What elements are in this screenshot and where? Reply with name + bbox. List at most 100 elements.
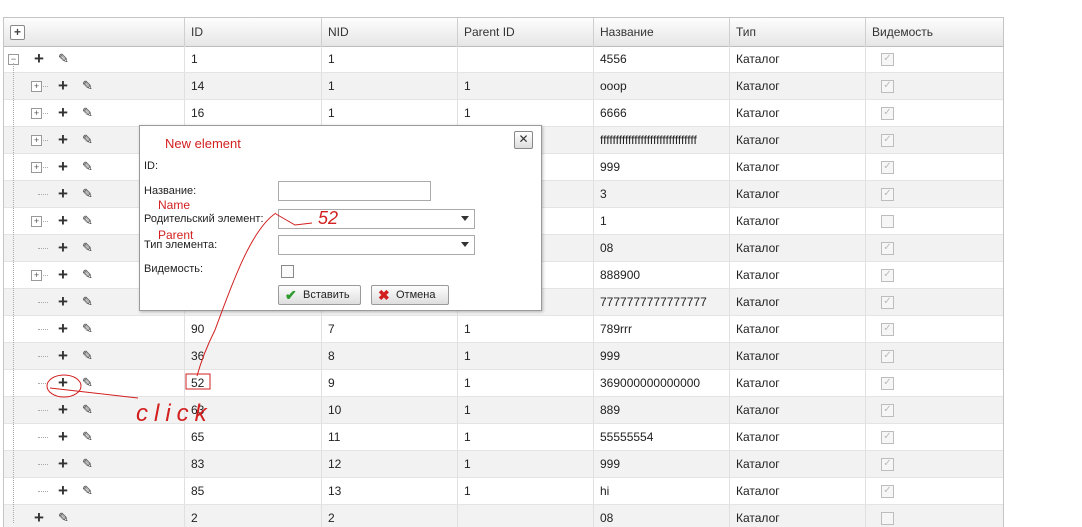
table-row[interactable]: + + ✎ 14 1 1 ooop Каталог ✓: [4, 73, 1003, 100]
insert-button[interactable]: ✔ Вставить: [278, 285, 361, 305]
visibility-checkbox[interactable]: ✓: [881, 188, 894, 201]
edit-pencil-icon[interactable]: ✎: [82, 397, 93, 423]
visibility-checkbox[interactable]: ✓: [881, 431, 894, 444]
parent-label: Родительский элемент:: [144, 213, 264, 225]
add-child-icon[interactable]: +: [58, 370, 68, 396]
add-child-icon[interactable]: +: [58, 127, 68, 153]
visibility-checkbox[interactable]: [881, 512, 894, 525]
edit-pencil-icon[interactable]: ✎: [58, 505, 69, 527]
visibility-checkbox[interactable]: ✓: [881, 269, 894, 282]
edit-pencil-icon[interactable]: ✎: [58, 46, 69, 72]
expand-icon[interactable]: +: [31, 81, 42, 92]
visibility-checkbox[interactable]: ✓: [881, 80, 894, 93]
visibility-checkbox[interactable]: ✓: [881, 134, 894, 147]
cancel-button[interactable]: ✖ Отмена: [371, 285, 449, 305]
table-row[interactable]: + + ✎ 16 1 1 6666 Каталог ✓: [4, 100, 1003, 127]
expand-icon[interactable]: +: [31, 108, 42, 119]
table-row[interactable]: + ✎ 83 12 1 999 Каталог ✓: [4, 451, 1003, 478]
edit-pencil-icon[interactable]: ✎: [82, 73, 93, 99]
visibility-checkbox[interactable]: ✓: [881, 296, 894, 309]
visibility-checkbox[interactable]: ✓: [881, 242, 894, 255]
edit-pencil-icon[interactable]: ✎: [82, 127, 93, 153]
parent-select[interactable]: [278, 209, 475, 229]
add-child-icon[interactable]: +: [58, 181, 68, 207]
tree-cell: + ✎: [4, 316, 184, 342]
expand-icon[interactable]: +: [31, 270, 42, 281]
add-child-icon[interactable]: +: [58, 208, 68, 234]
table-row[interactable]: + ✎ 85 13 1 hi Каталог ✓: [4, 478, 1003, 505]
edit-pencil-icon[interactable]: ✎: [82, 478, 93, 504]
table-row[interactable]: + ✎ 90 7 1 789rrr Каталог ✓: [4, 316, 1003, 343]
add-child-icon[interactable]: +: [58, 478, 68, 504]
add-child-icon[interactable]: +: [58, 154, 68, 180]
table-row[interactable]: − + ✎ 1 1 4556 Каталог ✓: [4, 46, 1003, 73]
cell-parent-id: 1: [457, 424, 593, 450]
add-child-icon[interactable]: +: [58, 73, 68, 99]
edit-pencil-icon[interactable]: ✎: [82, 316, 93, 342]
col-header-parent-id[interactable]: Parent ID: [457, 18, 593, 46]
expand-icon[interactable]: +: [31, 216, 42, 227]
add-child-icon[interactable]: +: [58, 262, 68, 288]
edit-pencil-icon[interactable]: ✎: [82, 100, 93, 126]
checkmark-icon: ✔: [285, 287, 297, 303]
add-child-icon[interactable]: +: [58, 424, 68, 450]
add-child-icon[interactable]: +: [58, 235, 68, 261]
visibility-checkbox[interactable]: ✓: [881, 377, 894, 390]
edit-pencil-icon[interactable]: ✎: [82, 181, 93, 207]
add-child-icon[interactable]: +: [58, 289, 68, 315]
expand-icon[interactable]: +: [31, 135, 42, 146]
cell-name: 888900: [593, 262, 729, 288]
edit-pencil-icon[interactable]: ✎: [82, 154, 93, 180]
col-header-type[interactable]: Тип: [729, 18, 865, 46]
cell-id: 1: [184, 46, 321, 72]
close-icon[interactable]: ✕: [514, 131, 533, 149]
edit-pencil-icon[interactable]: ✎: [82, 370, 93, 396]
name-input[interactable]: [278, 181, 431, 201]
cell-name: 999: [593, 343, 729, 369]
edit-pencil-icon[interactable]: ✎: [82, 208, 93, 234]
visible-checkbox[interactable]: [281, 265, 294, 278]
tree-cell: + ✎: [4, 343, 184, 369]
add-child-icon[interactable]: +: [58, 397, 68, 423]
type-select[interactable]: [278, 235, 475, 255]
visibility-checkbox[interactable]: ✓: [881, 350, 894, 363]
table-row[interactable]: + ✎ 65 11 1 55555554 Каталог ✓: [4, 424, 1003, 451]
col-header-id[interactable]: ID: [184, 18, 321, 46]
cell-parent-id: 1: [457, 316, 593, 342]
visibility-checkbox[interactable]: ✓: [881, 485, 894, 498]
table-row[interactable]: + ✎ 2 2 08 Каталог: [4, 505, 1003, 527]
edit-pencil-icon[interactable]: ✎: [82, 424, 93, 450]
visibility-checkbox[interactable]: [881, 215, 894, 228]
col-header-nid[interactable]: NID: [321, 18, 457, 46]
cell-nid: 13: [321, 478, 457, 504]
add-child-icon[interactable]: +: [58, 316, 68, 342]
add-root-button[interactable]: +: [10, 25, 25, 40]
edit-pencil-icon[interactable]: ✎: [82, 343, 93, 369]
add-child-icon[interactable]: +: [58, 343, 68, 369]
visibility-checkbox[interactable]: ✓: [881, 323, 894, 336]
visibility-checkbox[interactable]: ✓: [881, 404, 894, 417]
expand-icon[interactable]: +: [31, 162, 42, 173]
edit-pencil-icon[interactable]: ✎: [82, 235, 93, 261]
tree-line: [38, 302, 48, 303]
add-child-icon[interactable]: +: [34, 505, 44, 527]
table-row[interactable]: + ✎ 36 8 1 999 Каталог ✓: [4, 343, 1003, 370]
edit-pencil-icon[interactable]: ✎: [82, 289, 93, 315]
col-header-name[interactable]: Название: [593, 18, 729, 46]
col-header-visibility[interactable]: Видемость: [865, 18, 1003, 46]
visibility-checkbox[interactable]: ✓: [881, 161, 894, 174]
add-child-icon[interactable]: +: [58, 100, 68, 126]
visibility-checkbox[interactable]: ✓: [881, 53, 894, 66]
table-row[interactable]: + ✎ 52 9 1 369000000000000 Каталог ✓: [4, 370, 1003, 397]
add-child-icon[interactable]: +: [58, 451, 68, 477]
cell-nid: 12: [321, 451, 457, 477]
visibility-checkbox[interactable]: ✓: [881, 458, 894, 471]
visibility-checkbox[interactable]: ✓: [881, 107, 894, 120]
edit-pencil-icon[interactable]: ✎: [82, 451, 93, 477]
cell-parent-id: 1: [457, 451, 593, 477]
edit-pencil-icon[interactable]: ✎: [82, 262, 93, 288]
add-child-icon[interactable]: +: [34, 46, 44, 72]
cell-visibility: ✓: [865, 397, 1003, 423]
grid-header: + ID NID Parent ID Название Тип Видемост…: [4, 18, 1003, 47]
cell-nid: 1: [321, 46, 457, 72]
